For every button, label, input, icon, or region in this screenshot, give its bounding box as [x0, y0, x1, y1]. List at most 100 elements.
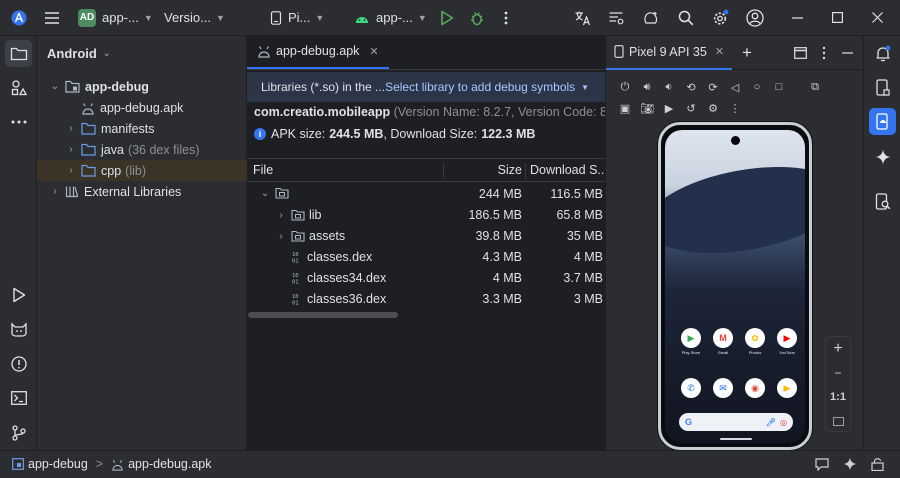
project-selector[interactable]: AD app-... ▼ — [78, 0, 153, 36]
volume-up-icon[interactable]: 🔊︎ — [636, 77, 658, 97]
table-row[interactable]: ⌄ 244 MB 116.5 MB — [247, 184, 605, 205]
table-row[interactable]: › lib 186.5 MB 65.8 MB — [247, 205, 605, 226]
chevron-down-icon[interactable]: ▼ — [581, 83, 589, 92]
overview-icon[interactable]: □ — [768, 77, 790, 97]
google-search-bar[interactable]: G 🎤︎ ◎ — [679, 413, 793, 431]
device-selector[interactable]: Pi... ▼ — [270, 0, 324, 36]
app-icon-messages[interactable]: ✉ — [712, 378, 734, 398]
tree-item-external-libraries[interactable]: › External Libraries — [37, 181, 247, 202]
hamburger-menu-icon[interactable] — [44, 11, 60, 25]
rotate-left-icon[interactable]: ⟲ — [680, 77, 702, 97]
app-quality-button[interactable] — [5, 315, 32, 342]
app-icon-youtube[interactable]: ▶ YouTube — [776, 328, 798, 355]
zoom-fit-button[interactable] — [826, 409, 850, 433]
version-control-button[interactable] — [5, 419, 32, 446]
device-manager-button[interactable] — [869, 74, 896, 101]
rotate-right-icon[interactable]: ⟳ — [702, 77, 724, 97]
breadcrumb-item-module[interactable]: app-debug — [28, 457, 88, 471]
tree-item-app-debug[interactable]: ⌄ app-debug — [37, 76, 247, 97]
tree-item-apk[interactable]: app-debug.apk — [37, 97, 247, 118]
run-tool-button[interactable] — [5, 281, 32, 308]
column-header-download[interactable]: Download S... — [530, 163, 608, 177]
device-screen[interactable]: ▶ Play Store M Gmail ✿ Photos ▶ YouTube … — [665, 130, 805, 443]
mirror-icon[interactable]: ⧉ — [804, 77, 826, 97]
table-row[interactable]: 10 01 classes34.dex 4 MB 3.7 MB — [247, 268, 605, 289]
more-vertical-icon[interactable] — [822, 46, 826, 60]
tree-item-java[interactable]: › java (36 dex files) — [37, 139, 247, 160]
more-vertical-icon[interactable]: ⋮ — [724, 98, 746, 118]
snapshot-icon[interactable]: ↺ — [680, 98, 702, 118]
table-row[interactable]: › assets 39.8 MB 35 MB — [247, 226, 605, 247]
app-icon-play-store[interactable]: ▶ Play Store — [680, 328, 702, 355]
project-view-selector[interactable]: Android ⌄ — [37, 36, 246, 70]
settings-gear-icon[interactable] — [711, 9, 729, 27]
screen-record-icon[interactable]: ▶ — [658, 98, 680, 118]
problems-button[interactable] — [5, 350, 32, 377]
close-icon[interactable] — [872, 12, 883, 23]
android-studio-logo[interactable] — [11, 10, 27, 26]
breadcrumb-item-apk[interactable]: app-debug.apk — [128, 457, 211, 471]
zoom-actual-button[interactable]: 1:1 — [826, 385, 850, 409]
close-tab-icon[interactable]: ✕ — [369, 45, 378, 58]
vcs-selector[interactable]: Versio... ▼ — [164, 0, 225, 36]
app-icon-phone[interactable]: ✆ — [680, 378, 702, 398]
more-vertical-icon[interactable] — [503, 10, 509, 26]
debug-bug-icon[interactable] — [469, 10, 485, 26]
gesture-nav-pill[interactable] — [720, 438, 752, 440]
table-row[interactable]: 10 01 classes.dex 4.3 MB 4 MB — [247, 247, 605, 268]
commit-list-icon[interactable] — [608, 10, 624, 26]
lock-icon[interactable] — [871, 457, 884, 471]
collapse-arrow-icon[interactable]: › — [275, 210, 287, 221]
app-icon-photos[interactable]: ✿ Photos — [744, 328, 766, 355]
minimize-icon[interactable] — [792, 17, 803, 19]
collapse-arrow-icon[interactable]: › — [49, 186, 61, 197]
run-icon[interactable] — [440, 10, 454, 26]
app-icon-chrome[interactable]: ◉ — [744, 378, 766, 398]
column-header-file[interactable]: File — [253, 163, 273, 177]
notifications-button[interactable] — [869, 40, 896, 67]
account-icon[interactable] — [746, 9, 764, 27]
zoom-in-button[interactable]: + — [826, 337, 850, 361]
mic-icon[interactable]: 🎤︎ — [766, 418, 776, 427]
search-icon[interactable] — [678, 10, 694, 26]
collapse-arrow-icon[interactable]: › — [65, 123, 77, 134]
translate-icon[interactable] — [574, 10, 592, 26]
app-icon-gmail[interactable]: M Gmail — [712, 328, 734, 355]
power-icon[interactable]: ⏻ — [614, 77, 636, 97]
tree-item-cpp[interactable]: › cpp (lib) — [37, 160, 247, 181]
run-config-selector[interactable]: app-... ▼ — [354, 0, 427, 36]
home-icon[interactable]: ○ — [746, 77, 768, 97]
app-icon-play[interactable]: ▶ — [776, 378, 798, 398]
close-tab-icon[interactable]: ✕ — [715, 45, 724, 58]
tab-app-debug-apk[interactable]: app-debug.apk ✕ — [247, 35, 389, 69]
back-icon[interactable]: ◁ — [724, 77, 746, 97]
terminal-button[interactable] — [5, 384, 32, 411]
expand-arrow-icon[interactable]: ⌄ — [49, 81, 61, 92]
maximize-icon[interactable] — [832, 12, 843, 23]
resource-manager-button[interactable] — [5, 74, 32, 101]
table-row[interactable]: 10 01 classes36.dex 3.3 MB 3 MB — [247, 289, 605, 310]
lens-icon[interactable]: ◎ — [780, 418, 787, 427]
horizontal-scrollbar[interactable] — [248, 312, 398, 318]
tab-pixel-9[interactable]: Pixel 9 API 35 ✕ — [606, 36, 733, 70]
fold-icon[interactable]: ▣ — [614, 98, 636, 118]
window-layout-icon[interactable] — [794, 47, 807, 59]
collapse-arrow-icon[interactable]: › — [65, 144, 77, 155]
add-device-button[interactable]: + — [742, 43, 752, 63]
event-log-icon[interactable] — [815, 458, 829, 471]
expand-arrow-icon[interactable]: ⌄ — [259, 188, 271, 199]
more-tools-button[interactable] — [5, 108, 32, 135]
column-header-size[interactable]: Size — [498, 163, 522, 177]
volume-down-icon[interactable]: 🔉︎ — [658, 77, 680, 97]
collapse-arrow-icon[interactable]: › — [65, 165, 77, 176]
zoom-out-button[interactable]: − — [826, 361, 850, 385]
app-inspection-button[interactable] — [869, 188, 896, 215]
hide-panel-icon[interactable] — [842, 52, 853, 54]
tree-item-manifests[interactable]: › manifests — [37, 118, 247, 139]
screenshot-icon[interactable]: 📷︎ — [636, 98, 658, 118]
select-library-link[interactable]: Select library to add debug symbols — [385, 80, 575, 94]
running-devices-button[interactable] — [869, 108, 896, 135]
ai-assist-icon[interactable] — [843, 457, 857, 471]
project-tool-button[interactable] — [5, 40, 32, 67]
extended-controls-icon[interactable]: ⚙ — [702, 98, 724, 118]
